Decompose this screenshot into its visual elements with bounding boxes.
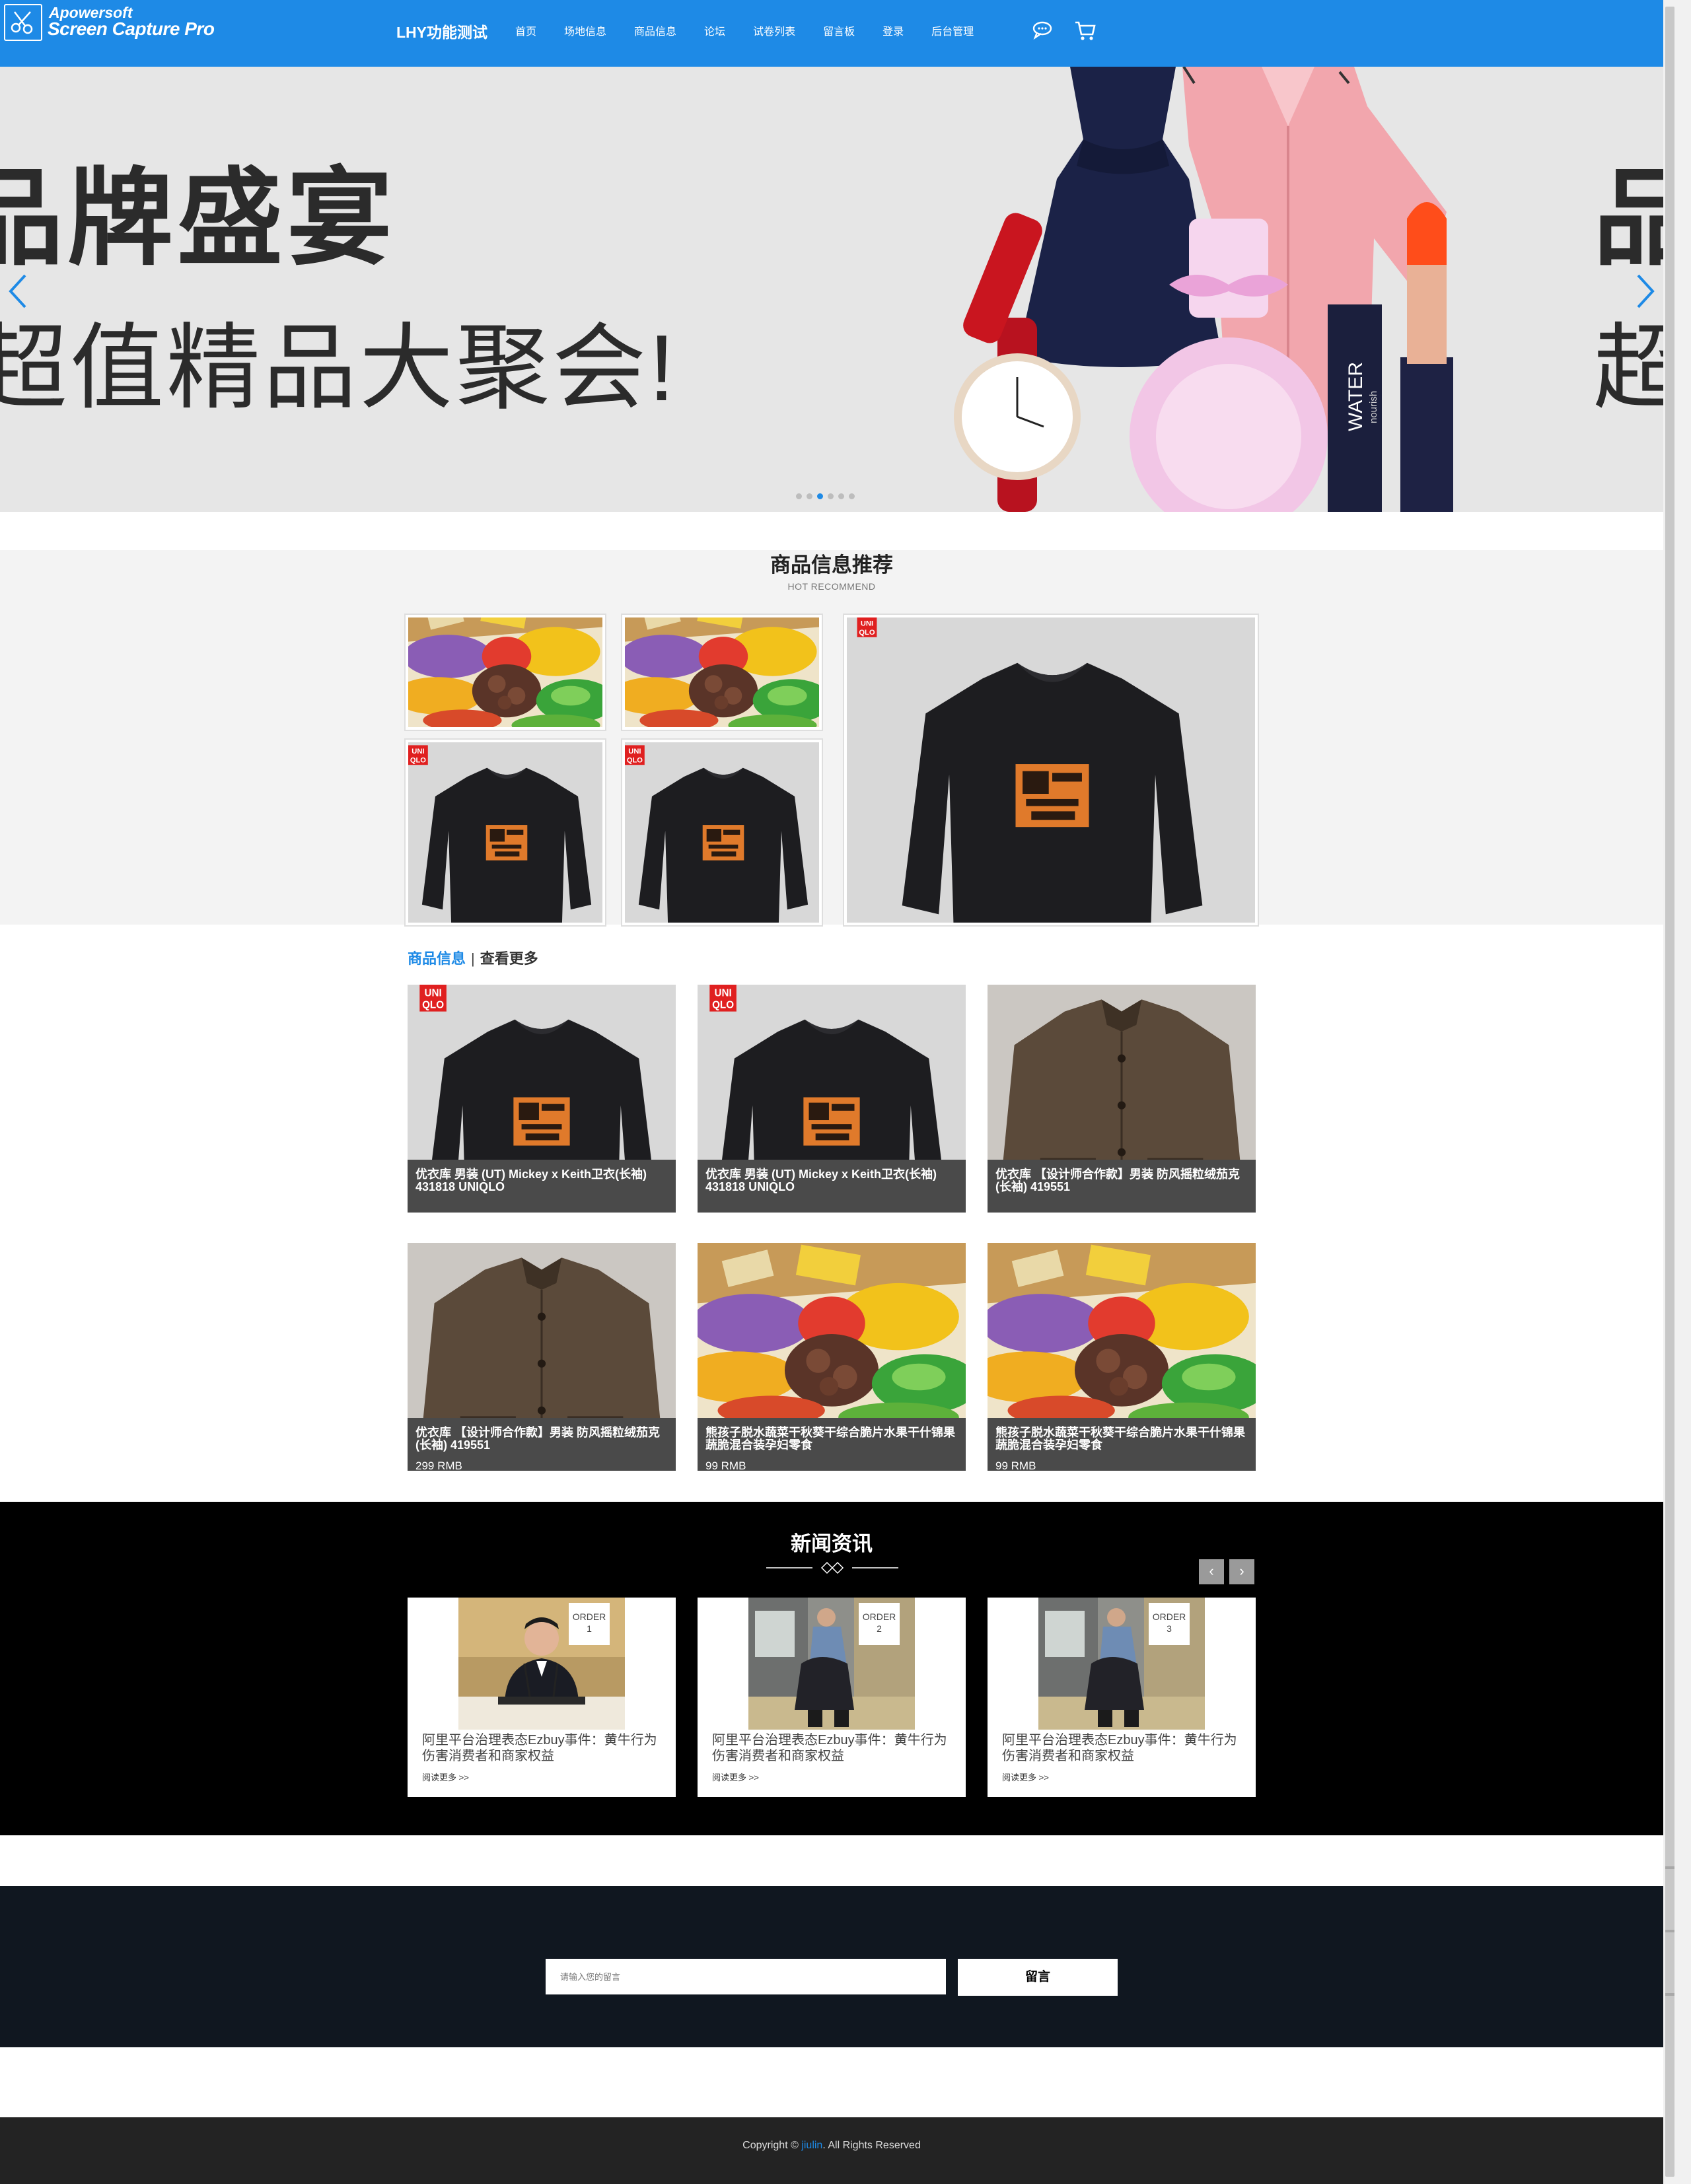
recommend-section bbox=[0, 550, 1663, 925]
recommend-subtitle: HOT RECOMMEND bbox=[787, 581, 876, 592]
submit-message-button[interactable]: 留言 bbox=[958, 1959, 1118, 1996]
watermark: Apowersoft Screen Capture Pro bbox=[4, 3, 215, 42]
nav-product-info[interactable]: 商品信息 bbox=[634, 22, 676, 38]
product-price: 99 RMB bbox=[995, 1460, 1036, 1471]
hero-headline: 品牌盛宴 bbox=[0, 159, 397, 277]
recommend-item-featured[interactable] bbox=[843, 614, 1259, 927]
chat-icon[interactable] bbox=[1032, 20, 1053, 43]
hero-product-sublabel: nourish bbox=[1368, 391, 1379, 423]
order-badge: ORDER 3 bbox=[1149, 1603, 1190, 1645]
message-input[interactable] bbox=[546, 1959, 946, 1994]
hero-dot-4[interactable] bbox=[828, 493, 834, 499]
product-title: 优衣库 【设计师合作款】男装 防风摇粒绒茄克(长袖) 419551 bbox=[995, 1168, 1240, 1193]
product-card[interactable]: 优衣库 男装 (UT) Mickey x Keith卫衣(长袖) 431818 … bbox=[408, 985, 676, 1213]
recommend-item-3[interactable] bbox=[404, 738, 606, 927]
copyright-link[interactable]: jiulin bbox=[801, 2140, 822, 2151]
product-price: 99 RMB bbox=[705, 1460, 746, 1471]
hero-dot-2[interactable] bbox=[807, 493, 812, 499]
tab-separator: | bbox=[471, 950, 475, 967]
nav-message-board[interactable]: 留言板 bbox=[823, 22, 855, 38]
title-ornament-icon bbox=[766, 1560, 898, 1579]
product-card[interactable]: 熊孩子脱水蔬菜干秋葵干综合脆片水果干什锦果蔬脆混合装孕妇零食 99 RMB bbox=[988, 1243, 1256, 1471]
hero-pagination bbox=[796, 493, 855, 499]
news-next-button[interactable]: › bbox=[1229, 1559, 1254, 1584]
news-card-1[interactable]: ORDER 1 阿里平台治理表态Ezbuy事件：黄牛行为伤害消费者和商家权益 阅读… bbox=[408, 1598, 676, 1797]
hero-dot-5[interactable] bbox=[838, 493, 844, 499]
product-card[interactable]: 优衣库 【设计师合作款】男装 防风摇粒绒茄克(长袖) 419551 bbox=[988, 985, 1256, 1213]
product-card[interactable]: 优衣库 男装 (UT) Mickey x Keith卫衣(长袖) 431818 … bbox=[698, 985, 966, 1213]
tab-view-more[interactable]: 查看更多 bbox=[480, 950, 538, 967]
hero-dot-3[interactable] bbox=[817, 493, 823, 499]
hero-prev-arrow-icon[interactable] bbox=[5, 271, 32, 311]
hero-next-slide-headline: 品 bbox=[1593, 159, 1663, 277]
hero-product-label: WATER bbox=[1345, 362, 1367, 431]
order-badge: ORDER 1 bbox=[569, 1603, 610, 1645]
recommend-title: 商品信息推荐 bbox=[770, 553, 893, 577]
copyright-prefix: Copyright © bbox=[742, 2140, 802, 2151]
hero-banner[interactable]: 品牌盛宴 超值精品大聚会! 品 超 WATER nourish bbox=[0, 67, 1663, 512]
product-title: 熊孩子脱水蔬菜干秋葵干综合脆片水果干什锦果蔬脆混合装孕妇零食 bbox=[995, 1426, 1245, 1452]
read-more-link[interactable]: 阅读更多 >> bbox=[422, 1771, 469, 1783]
hero-next-arrow-icon[interactable] bbox=[1632, 271, 1658, 311]
hero-next-slide-subheadline: 超 bbox=[1593, 316, 1663, 421]
main-nav: 首页 场地信息 商品信息 论坛 试卷列表 留言板 登录 后台管理 bbox=[515, 22, 974, 38]
product-card[interactable]: 熊孩子脱水蔬菜干秋葵干综合脆片水果干什锦果蔬脆混合装孕妇零食 99 RMB bbox=[698, 1243, 966, 1471]
product-card[interactable]: 优衣库 【设计师合作款】男装 防风摇粒绒茄克(长袖) 419551 299 RMB bbox=[408, 1243, 676, 1471]
news-headline[interactable]: 阿里平台治理表态Ezbuy事件：黄牛行为伤害消费者和商家权益 bbox=[1002, 1732, 1246, 1764]
scrollbar-marker bbox=[1665, 1930, 1674, 1932]
nav-home[interactable]: 首页 bbox=[515, 22, 536, 38]
nav-admin[interactable]: 后台管理 bbox=[931, 22, 974, 38]
copyright-suffix: . All Rights Reserved bbox=[822, 2140, 921, 2151]
news-prev-button[interactable]: ‹ bbox=[1199, 1559, 1224, 1584]
news-headline[interactable]: 阿里平台治理表态Ezbuy事件：黄牛行为伤害消费者和商家权益 bbox=[422, 1732, 666, 1764]
cart-icon[interactable] bbox=[1074, 20, 1097, 44]
product-tabs: 商品信息 | 查看更多 bbox=[408, 947, 538, 968]
tab-product-info[interactable]: 商品信息 bbox=[408, 950, 466, 967]
news-card-2[interactable]: ORDER 2 阿里平台治理表态Ezbuy事件：黄牛行为伤害消费者和商家权益 阅读… bbox=[698, 1598, 966, 1797]
nav-forum[interactable]: 论坛 bbox=[704, 22, 725, 38]
product-title: 熊孩子脱水蔬菜干秋葵干综合脆片水果干什锦果蔬脆混合装孕妇零食 bbox=[705, 1426, 955, 1452]
recommend-item-4[interactable] bbox=[621, 738, 823, 927]
top-navbar: Apowersoft Screen Capture Pro LHY功能测试 首页… bbox=[0, 0, 1663, 67]
hero-dot-1[interactable] bbox=[796, 493, 802, 499]
product-title: 优衣库 男装 (UT) Mickey x Keith卫衣(长袖) 431818 … bbox=[705, 1168, 937, 1193]
hero-dot-6[interactable] bbox=[849, 493, 855, 499]
product-price: 299 RMB bbox=[415, 1460, 462, 1471]
nav-exam-list[interactable]: 试卷列表 bbox=[753, 22, 795, 38]
news-title: 新闻资讯 bbox=[791, 1532, 873, 1555]
scrollbar-marker bbox=[1665, 1866, 1674, 1869]
site-brand[interactable]: LHY功能测试 bbox=[396, 20, 487, 42]
order-badge: ORDER 2 bbox=[859, 1603, 900, 1645]
watermark-line2: Screen Capture Pro bbox=[48, 18, 215, 39]
copyright-text: Copyright © jiulin. All Rights Reserved bbox=[0, 2140, 1663, 2152]
product-title: 优衣库 【设计师合作款】男装 防风摇粒绒茄克(长袖) 419551 bbox=[415, 1426, 660, 1452]
recommend-item-1[interactable] bbox=[404, 614, 606, 731]
scrollbar-thumb[interactable] bbox=[1665, 7, 1674, 2177]
scissors-icon bbox=[4, 4, 42, 41]
product-title: 优衣库 男装 (UT) Mickey x Keith卫衣(长袖) 431818 … bbox=[415, 1168, 647, 1193]
hero-subheadline: 超值精品大聚会! bbox=[0, 316, 678, 421]
read-more-link[interactable]: 阅读更多 >> bbox=[1002, 1771, 1049, 1783]
scrollbar-marker bbox=[1665, 1993, 1674, 1996]
news-card-3[interactable]: ORDER 3 阿里平台治理表态Ezbuy事件：黄牛行为伤害消费者和商家权益 阅读… bbox=[988, 1598, 1256, 1797]
hero-products-image: WATER nourish bbox=[954, 67, 1453, 512]
read-more-link[interactable]: 阅读更多 >> bbox=[712, 1771, 759, 1783]
nav-login[interactable]: 登录 bbox=[882, 22, 904, 38]
nav-venue-info[interactable]: 场地信息 bbox=[564, 22, 606, 38]
recommend-item-2[interactable] bbox=[621, 614, 823, 731]
news-headline[interactable]: 阿里平台治理表态Ezbuy事件：黄牛行为伤害消费者和商家权益 bbox=[712, 1732, 956, 1764]
